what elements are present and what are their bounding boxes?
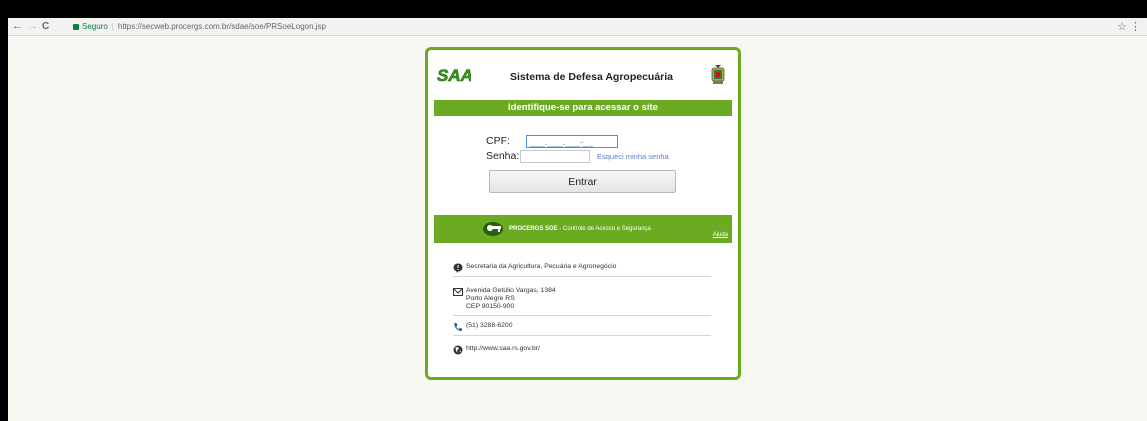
procergs-caption: PROCERGS SOE - Controle de Acesso e Segu… bbox=[509, 226, 651, 232]
cpf-input[interactable]: ___.___.___-__ bbox=[526, 135, 618, 148]
address-line-1: Avenida Getúlio Vargas, 1384 bbox=[466, 287, 556, 294]
globe-icon bbox=[453, 345, 463, 355]
top-black-border bbox=[0, 0, 1147, 18]
agency-row: Secretaria da Agricultura, Pecuária e Ag… bbox=[453, 263, 711, 277]
phone-row: (51) 3288-6200 bbox=[453, 322, 711, 336]
system-title: Sistema de Defesa Agropecuária bbox=[510, 71, 674, 83]
login-card: SAA Sistema de Defesa Agropecuária Ident… bbox=[425, 47, 741, 380]
website-row: http://www.saa.rs.gov.br/ bbox=[453, 345, 711, 358]
envelope-icon bbox=[453, 288, 463, 296]
procergs-tagline: - Controle de Acesso e Segurança bbox=[557, 226, 651, 232]
address-bar[interactable]: Seguro | https://secweb.procergs.com.br/sd… bbox=[73, 21, 1103, 32]
address-text: Avenida Getúlio Vargas, 1384 Porto Alegr… bbox=[466, 287, 556, 311]
rs-crest-icon bbox=[711, 65, 725, 84]
identify-banner: Identifique-se para acessar o site bbox=[434, 100, 732, 116]
reload-icon[interactable]: C bbox=[42, 20, 49, 33]
phone-icon bbox=[454, 323, 462, 331]
secure-label: Seguro bbox=[82, 22, 108, 31]
phone-number: (51) 3288-6200 bbox=[466, 322, 513, 329]
address-line-2: Porto Alegre RS bbox=[466, 295, 515, 302]
forgot-password-link[interactable]: Esqueci minha senha bbox=[597, 152, 669, 161]
procergs-bar: PROCERGS SOE - Controle de Acesso e Segu… bbox=[434, 215, 732, 243]
forward-icon[interactable]: → bbox=[27, 20, 38, 33]
saa-logo-text: SAA bbox=[437, 66, 471, 83]
cpf-label: CPF: bbox=[486, 135, 510, 147]
agency-name: Secretaria da Agricultura, Pecuária e Ag… bbox=[466, 263, 617, 270]
url-separator: | bbox=[111, 22, 114, 31]
left-black-border bbox=[0, 18, 8, 421]
website-link[interactable]: http://www.saa.rs.gov.br/ bbox=[466, 345, 540, 353]
lock-icon bbox=[73, 23, 79, 30]
entrar-button[interactable]: Entrar bbox=[489, 170, 676, 193]
url-text[interactable]: https://secweb.procergs.com.br/sdae/soe/… bbox=[118, 22, 326, 31]
browser-toolbar: ← → C Seguro | https://secweb.procergs.com… bbox=[8, 18, 1147, 36]
senha-input[interactable] bbox=[520, 150, 590, 163]
help-link[interactable]: Ajuda bbox=[713, 232, 728, 238]
browser-menu-icon[interactable]: ⋮ bbox=[1130, 20, 1141, 33]
address-line-3: CEP 90150-900 bbox=[466, 303, 515, 310]
back-icon[interactable]: ← bbox=[12, 20, 23, 33]
comment-icon bbox=[453, 263, 463, 273]
procergs-brand: PROCERGS SOE bbox=[509, 226, 558, 232]
saa-logo: SAA bbox=[437, 66, 471, 83]
page-viewport: SAA Sistema de Defesa Agropecuária Ident… bbox=[8, 36, 1147, 421]
procergs-logo-icon bbox=[483, 222, 503, 236]
senha-label: Senha: bbox=[486, 150, 520, 162]
bookmark-star-icon[interactable]: ☆ bbox=[1117, 20, 1127, 33]
address-row: Avenida Getúlio Vargas, 1384 Porto Alegr… bbox=[453, 287, 711, 316]
